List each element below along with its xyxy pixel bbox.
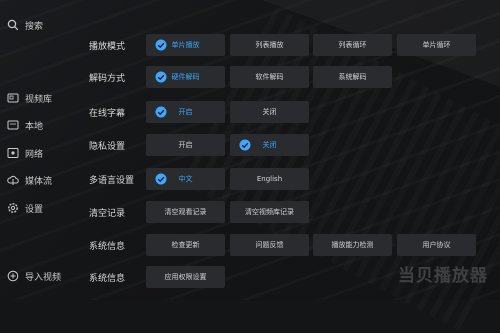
network-icon <box>7 148 19 158</box>
import-video-button[interactable]: 导入视频 <box>7 268 61 284</box>
import-icon <box>7 270 19 282</box>
setting-option-label: 关闭 <box>262 108 277 116</box>
setting-label: 清空记录 <box>89 208 126 219</box>
sidebar-item-label: 视频库 <box>25 94 53 105</box>
check-icon <box>155 39 167 51</box>
setting-option-label: 中文 <box>178 175 193 183</box>
setting-option-label: 开启 <box>178 108 193 116</box>
sidebar-item-local[interactable]: 本地 <box>7 117 43 133</box>
sidebar-item-label: 本地 <box>25 121 44 132</box>
setting-option-button[interactable]: 列表播放 <box>230 34 309 56</box>
setting-option-label: 清空视频库记录 <box>245 208 294 216</box>
setting-option-label: 关闭 <box>262 141 277 149</box>
setting-option-label: 清空观看记录 <box>164 208 207 216</box>
setting-option-button[interactable]: 单片循环 <box>397 34 476 56</box>
watermark-logo: 当贝播放器 <box>398 266 488 286</box>
sidebar-item-video-library[interactable]: 视频库 <box>7 90 52 106</box>
setting-option-button[interactable]: 应用权限设置 <box>146 266 225 288</box>
setting-option-label: 检查更新 <box>171 241 200 249</box>
setting-option-button[interactable]: 关闭 <box>230 101 309 123</box>
setting-option-label: 单片播放 <box>171 41 200 49</box>
setting-label: 播放模式 <box>89 41 126 52</box>
sidebar-search-label: 搜索 <box>25 21 44 32</box>
setting-option-button[interactable]: English <box>230 168 309 190</box>
sidebar-item-label: 媒体流 <box>25 176 53 187</box>
setting-option-label: 播放能力检测 <box>331 241 374 249</box>
setting-label: 多语言设置 <box>89 175 135 186</box>
sidebar-item-settings[interactable]: 设置 <box>7 200 43 216</box>
sidebar-item-label: 设置 <box>25 204 44 215</box>
setting-option-button[interactable]: 问题反馈 <box>230 234 309 256</box>
setting-option-label: 问题反馈 <box>255 241 284 249</box>
setting-option-button[interactable]: 硬件解码 <box>146 66 225 88</box>
setting-option-label: 系统解码 <box>338 73 367 81</box>
setting-option-label: 用户协议 <box>422 241 451 249</box>
setting-option-label: 列表播放 <box>255 41 284 49</box>
setting-label: 解码方式 <box>89 73 126 84</box>
import-video-label: 导入视频 <box>25 272 62 283</box>
setting-option-button[interactable]: 关闭 <box>230 134 309 156</box>
setting-option-button[interactable]: 用户协议 <box>397 234 476 256</box>
setting-option-label: 应用权限设置 <box>164 273 207 281</box>
check-icon <box>155 173 167 185</box>
check-icon <box>155 106 167 118</box>
setting-option-button[interactable]: 清空视频库记录 <box>230 201 309 223</box>
video-library-icon <box>7 93 19 103</box>
setting-option-label: English <box>256 175 283 183</box>
setting-option-label: 开启 <box>178 141 193 149</box>
setting-label: 系统信息 <box>89 241 126 252</box>
sidebar-search[interactable]: 搜索 <box>7 17 43 33</box>
setting-option-button[interactable]: 播放能力检测 <box>313 234 392 256</box>
setting-option-button[interactable]: 开启 <box>146 101 225 123</box>
setting-option-label: 硬件解码 <box>171 73 200 81</box>
setting-option-label: 单片循环 <box>422 41 451 49</box>
search-icon <box>7 19 19 31</box>
cloud-upload-icon <box>7 175 19 185</box>
sidebar-item-media-stream[interactable]: 媒体流 <box>7 172 52 188</box>
setting-option-label: 软件解码 <box>255 73 284 81</box>
setting-option-button[interactable]: 中文 <box>146 168 225 190</box>
setting-option-button[interactable]: 开启 <box>146 134 225 156</box>
sidebar: 搜索 视频库 本地 网络 媒体流 设置 导入视频 <box>0 0 80 300</box>
setting-label: 系统信息 <box>89 273 126 284</box>
folder-icon <box>7 120 19 130</box>
check-icon <box>155 71 167 83</box>
setting-label: 在线字幕 <box>89 108 126 119</box>
setting-option-button[interactable]: 软件解码 <box>230 66 309 88</box>
setting-option-label: 列表循环 <box>338 41 367 49</box>
setting-option-button[interactable]: 清空观看记录 <box>146 201 225 223</box>
gear-icon <box>8 203 18 213</box>
setting-option-button[interactable]: 系统解码 <box>313 66 392 88</box>
setting-option-button[interactable]: 单片播放 <box>146 34 225 56</box>
setting-option-button[interactable]: 检查更新 <box>146 234 225 256</box>
setting-label: 隐私设置 <box>89 141 126 152</box>
setting-option-button[interactable]: 列表循环 <box>313 34 392 56</box>
sidebar-item-label: 网络 <box>25 149 44 160</box>
sidebar-item-network[interactable]: 网络 <box>7 145 43 161</box>
check-icon <box>239 139 251 151</box>
